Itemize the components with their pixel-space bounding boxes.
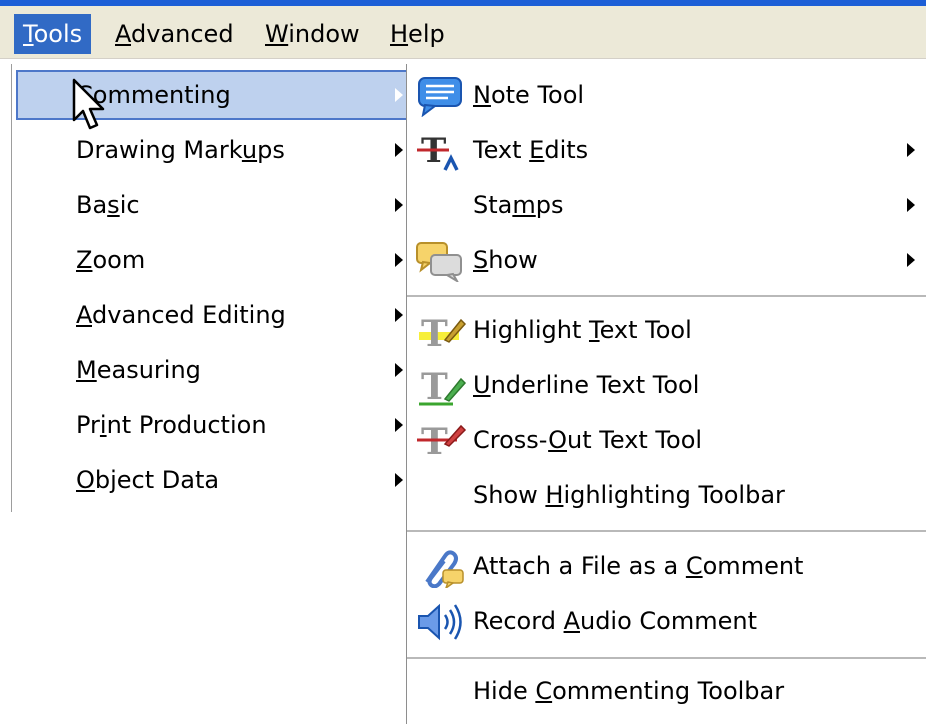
submenu-arrow-icon (907, 253, 915, 267)
menu-separator (407, 295, 926, 297)
menu-item-basic[interactable]: Basic (16, 180, 410, 230)
menu-item-stamps[interactable]: Stamps (407, 179, 926, 231)
cross-out-text-icon: T (417, 421, 467, 462)
note-icon (418, 77, 462, 117)
submenu-arrow-icon (395, 88, 403, 102)
svg-text:T: T (421, 366, 448, 407)
speaker-icon (418, 603, 462, 641)
text-edits-icon: T (417, 131, 459, 171)
submenu-arrow-icon (395, 143, 403, 157)
menu-item-print-production[interactable]: Print Production (16, 400, 410, 450)
attach-file-icon (425, 550, 464, 588)
menu-item-underline-text-tool[interactable]: T Underline Text Tool (407, 359, 926, 411)
show-comments-icon (416, 242, 462, 282)
menu-item-advanced-editing[interactable]: Advanced Editing (16, 290, 410, 340)
submenu-arrow-icon (395, 418, 403, 432)
menu-item-show-highlighting-toolbar[interactable]: Show Highlighting Toolbar (407, 469, 926, 521)
menu-window[interactable]: Window (256, 14, 369, 54)
highlight-text-icon: T (419, 313, 467, 352)
menu-item-record-audio-comment[interactable]: Record Audio Comment (407, 595, 926, 647)
menu-help[interactable]: Help (381, 14, 454, 54)
submenu-arrow-icon (395, 253, 403, 267)
submenu-arrow-icon (395, 363, 403, 377)
menu-bar: Tools Advanced Window Help (0, 6, 926, 59)
menu-tools[interactable]: Tools (14, 14, 92, 54)
menu-item-show[interactable]: Show (407, 234, 926, 286)
commenting-submenu: Note Tool T Text Edits Stamps Show T Hig… (406, 64, 926, 724)
underline-text-icon: T (419, 366, 467, 407)
menu-separator (407, 530, 926, 532)
submenu-arrow-icon (395, 198, 403, 212)
menu-advanced[interactable]: Advanced (106, 14, 243, 54)
menu-item-highlight-text-tool[interactable]: T Highlight Text Tool (407, 304, 926, 356)
tools-menu: Commenting Drawing Markups Basic Zoom Ad… (11, 64, 410, 512)
menu-item-zoom[interactable]: Zoom (16, 235, 410, 285)
submenu-arrow-icon (907, 198, 915, 212)
menu-item-attach-file-comment[interactable]: Attach a File as a Comment (407, 540, 926, 592)
submenu-arrow-icon (395, 473, 403, 487)
svg-text:T: T (421, 313, 448, 352)
menu-item-note-tool[interactable]: Note Tool (407, 69, 926, 121)
menu-separator (407, 657, 926, 659)
menu-item-object-data[interactable]: Object Data (16, 455, 410, 505)
menu-item-cross-out-text-tool[interactable]: T Cross-Out Text Tool (407, 414, 926, 466)
mouse-cursor-icon (72, 78, 105, 130)
submenu-arrow-icon (395, 308, 403, 322)
menu-item-text-edits[interactable]: T Text Edits (407, 124, 926, 176)
submenu-arrow-icon (907, 143, 915, 157)
menu-item-hide-commenting-toolbar[interactable]: Hide Commenting Toolbar (407, 665, 926, 717)
menu-item-measuring[interactable]: Measuring (16, 345, 410, 395)
